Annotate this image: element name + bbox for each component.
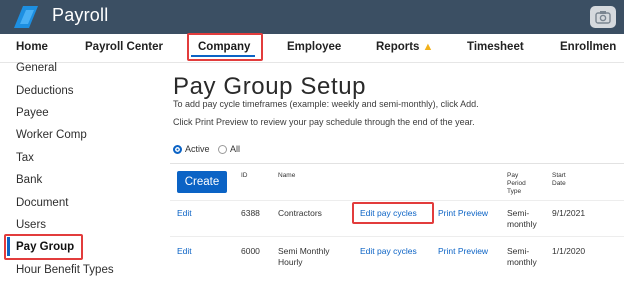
sidebar-item-bank[interactable]: Bank [16, 174, 42, 186]
edit-link[interactable]: Edit [177, 208, 192, 219]
sidebar-item-payee[interactable]: Payee [16, 107, 49, 119]
nav-employee[interactable]: Employee [287, 41, 341, 53]
nav-enrollment[interactable]: Enrollmen [560, 41, 616, 53]
edit-link[interactable]: Edit [177, 246, 192, 257]
radio-all[interactable] [218, 145, 228, 154]
pay-group-name: Contractors [278, 208, 322, 218]
nav-timesheet[interactable]: Timesheet [467, 41, 524, 53]
warning-icon: ▲ [422, 41, 434, 53]
top-nav: Home Payroll Center Company Employee Rep… [0, 34, 624, 63]
nav-reports-label: Reports [376, 41, 420, 53]
row-divider [170, 200, 624, 201]
sidebar-item-deductions[interactable]: Deductions [16, 85, 74, 97]
radio-all-label: All [230, 144, 241, 154]
pay-group-id: 6388 [241, 208, 260, 218]
highlight-edit-pay-cycles [352, 202, 434, 224]
app-header: Payroll [0, 0, 624, 34]
start-date: 9/1/2021 [552, 208, 586, 218]
payroll-logo [14, 6, 38, 28]
status-filter: Active All [173, 144, 240, 154]
sidebar-item-document[interactable]: Document [16, 197, 68, 209]
sidebar-item-tax[interactable]: Tax [16, 152, 34, 164]
radio-active[interactable] [173, 145, 182, 154]
print-preview-link[interactable]: Print Preview [438, 246, 488, 257]
create-button[interactable]: Create [177, 171, 227, 193]
page-description-add: To add pay cycle timeframes (example: we… [173, 99, 479, 109]
page-description-preview: Click Print Preview to review your pay s… [173, 117, 475, 127]
start-date: 1/1/2020 [552, 246, 586, 256]
pay-period-type: Semi- monthly [507, 208, 537, 229]
pay-group-name: Semi Monthly Hourly [278, 246, 330, 267]
sidebar-item-general[interactable]: General [16, 62, 57, 74]
radio-active-label: Active [185, 144, 210, 154]
sidebar-item-worker-comp[interactable]: Worker Comp [16, 129, 87, 141]
nav-payroll-center[interactable]: Payroll Center [85, 41, 163, 53]
highlight-pay-group [4, 234, 83, 260]
page-title: Pay Group Setup [173, 73, 367, 100]
pay-period-type: Semi- monthly [507, 246, 537, 267]
print-preview-link[interactable]: Print Preview [438, 208, 488, 219]
camera-icon[interactable] [590, 6, 616, 28]
highlight-company [187, 33, 263, 61]
edit-pay-cycles-link[interactable]: Edit pay cycles [360, 246, 417, 257]
column-header-start-date: Start Date [552, 172, 566, 187]
column-header-pay-period-type: Pay Period Type [507, 172, 526, 195]
column-header-name: Name [278, 172, 296, 179]
row-divider [170, 236, 624, 237]
column-header-id: ID [241, 172, 248, 179]
nav-home[interactable]: Home [16, 41, 48, 53]
pay-group-id: 6000 [241, 246, 260, 256]
sidebar-item-hour-benefit-types[interactable]: Hour Benefit Types [16, 264, 114, 276]
nav-reports[interactable]: Reports ▲ [376, 41, 433, 53]
sidebar-item-users[interactable]: Users [16, 219, 46, 231]
app-title: Payroll [52, 5, 109, 25]
